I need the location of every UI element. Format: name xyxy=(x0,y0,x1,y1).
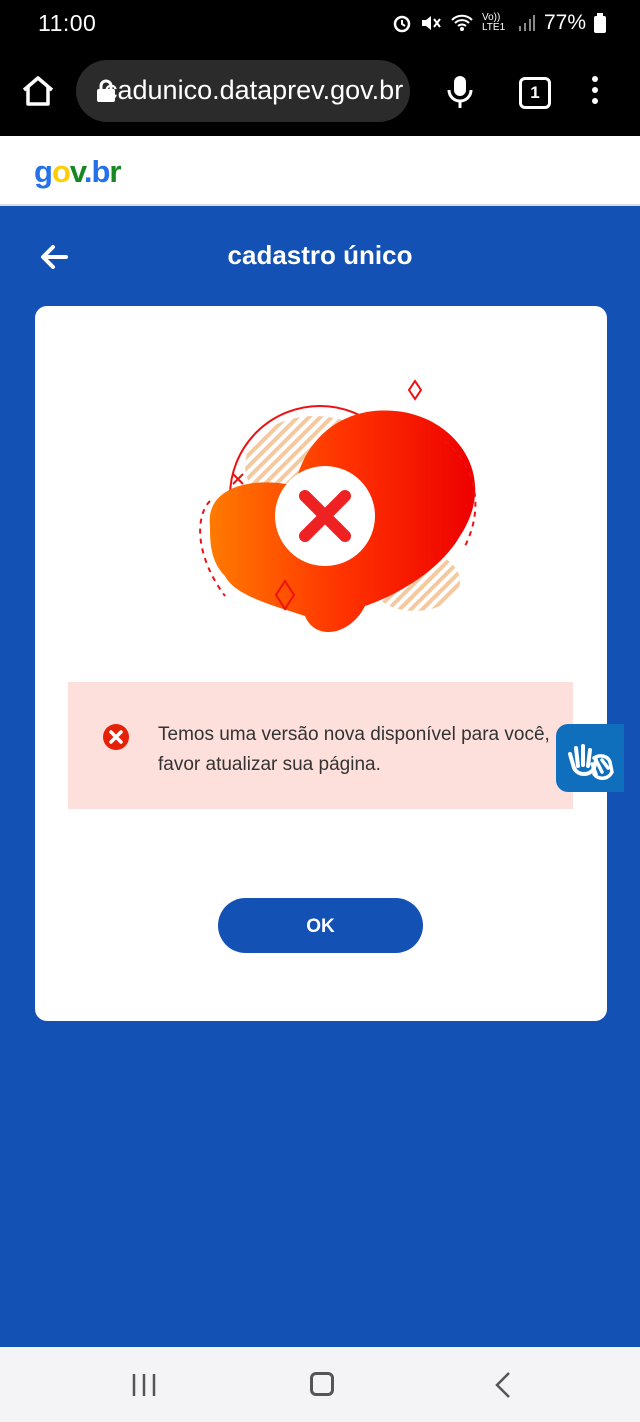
more-icon[interactable] xyxy=(590,76,600,109)
browser-toolbar: cadunico.dataprev.gov.br 1 xyxy=(0,46,640,136)
status-icons: Vo)) LTE1 77% xyxy=(392,11,606,35)
error-illustration xyxy=(199,379,477,633)
vlibras-hand-icon xyxy=(568,744,614,780)
network-label: Vo)) LTE1 xyxy=(481,12,506,33)
alarm-icon xyxy=(393,15,411,33)
nav-back-icon[interactable] xyxy=(494,1371,512,1399)
page-header: cadastro único xyxy=(0,206,640,306)
error-dialog: Temos uma versão nova disponível para vo… xyxy=(35,306,607,1021)
battery-percent: 77% xyxy=(543,11,586,34)
address-bar[interactable]: cadunico.dataprev.gov.br xyxy=(76,60,410,122)
gov-header: gov.br xyxy=(0,136,640,206)
mute-icon xyxy=(421,16,441,30)
status-time: 11:00 xyxy=(38,10,97,36)
status-bar: 11:00 Vo)) LTE1 77% xyxy=(0,0,640,46)
tabs-icon[interactable]: 1 xyxy=(519,77,551,109)
ok-button[interactable]: OK xyxy=(218,898,423,953)
error-icon xyxy=(103,724,129,750)
page-title: cadastro único xyxy=(227,240,413,270)
signal-icon xyxy=(518,15,535,31)
govbr-logo[interactable]: gov.br xyxy=(34,154,121,190)
recents-icon[interactable] xyxy=(130,1372,158,1398)
error-alert: Temos uma versão nova disponível para vo… xyxy=(68,682,573,809)
mic-icon[interactable] xyxy=(446,74,474,110)
home-icon[interactable] xyxy=(20,73,56,109)
vlibras-button[interactable] xyxy=(556,724,624,792)
wifi-icon xyxy=(451,14,473,31)
system-nav-bar xyxy=(0,1347,640,1422)
url-text[interactable]: cadunico.dataprev.gov.br xyxy=(104,75,403,106)
nav-home-icon[interactable] xyxy=(310,1372,334,1396)
battery-icon xyxy=(594,13,606,33)
alert-message: Temos uma versão nova disponível para vo… xyxy=(158,724,550,775)
